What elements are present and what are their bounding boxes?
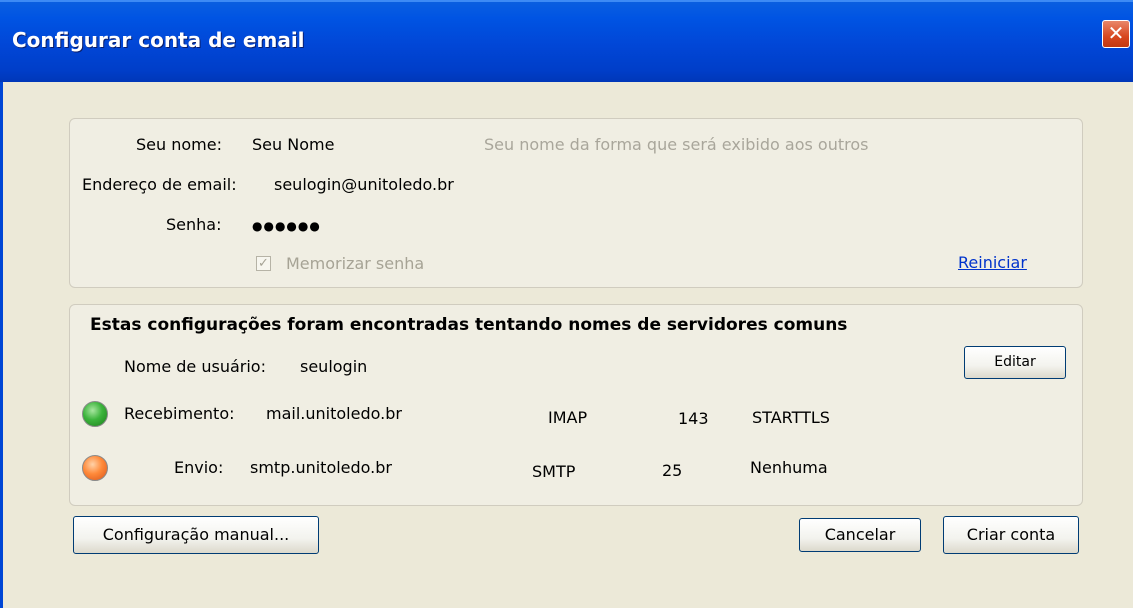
cancel-button[interactable]: Cancelar bbox=[799, 518, 921, 552]
edit-button[interactable]: Editar bbox=[964, 346, 1066, 379]
account-group: Seu nome: Seu Nome Seu nome da forma que… bbox=[69, 118, 1083, 288]
title-bar: Configurar conta de email ✕ bbox=[0, 0, 1133, 82]
outgoing-port: 25 bbox=[662, 461, 683, 480]
name-hint: Seu nome da forma que será exibido aos o… bbox=[484, 135, 869, 154]
reset-link[interactable]: Reiniciar bbox=[958, 253, 1027, 272]
close-icon: ✕ bbox=[1107, 21, 1125, 45]
password-field[interactable]: ●●●●●● bbox=[252, 219, 321, 233]
incoming-status-icon bbox=[82, 401, 108, 427]
remember-password-label: Memorizar senha bbox=[286, 254, 425, 273]
username-value: seulogin bbox=[300, 357, 368, 376]
outgoing-host: smtp.unitoledo.br bbox=[250, 458, 392, 477]
manual-config-button[interactable]: Configuração manual... bbox=[73, 516, 319, 554]
username-label: Nome de usuário: bbox=[124, 357, 266, 376]
create-account-button[interactable]: Criar conta bbox=[943, 516, 1079, 554]
name-label: Seu nome: bbox=[136, 135, 222, 154]
outgoing-security: Nenhuma bbox=[750, 458, 828, 477]
server-settings-group: Estas configurações foram encontradas te… bbox=[69, 304, 1083, 506]
email-label: Endereço de email: bbox=[82, 175, 237, 194]
dialog-body: Seu nome: Seu Nome Seu nome da forma que… bbox=[0, 82, 1133, 608]
remember-password-checkbox[interactable]: ✓ bbox=[256, 256, 271, 271]
password-label: Senha: bbox=[166, 215, 222, 234]
outgoing-status-icon bbox=[82, 455, 108, 481]
server-settings-heading: Estas configurações foram encontradas te… bbox=[90, 315, 848, 335]
outgoing-label: Envio: bbox=[174, 458, 224, 477]
window-title: Configurar conta de email bbox=[12, 28, 305, 52]
incoming-protocol: IMAP bbox=[548, 408, 588, 427]
incoming-port: 143 bbox=[678, 409, 709, 428]
name-field[interactable]: Seu Nome bbox=[252, 135, 334, 154]
outgoing-protocol: SMTP bbox=[532, 462, 576, 481]
incoming-host: mail.unitoledo.br bbox=[266, 404, 402, 423]
email-field[interactable]: seulogin@unitoledo.br bbox=[274, 175, 454, 194]
incoming-security: STARTTLS bbox=[752, 408, 830, 427]
incoming-label: Recebimento: bbox=[124, 404, 235, 423]
close-button[interactable]: ✕ bbox=[1102, 20, 1130, 48]
